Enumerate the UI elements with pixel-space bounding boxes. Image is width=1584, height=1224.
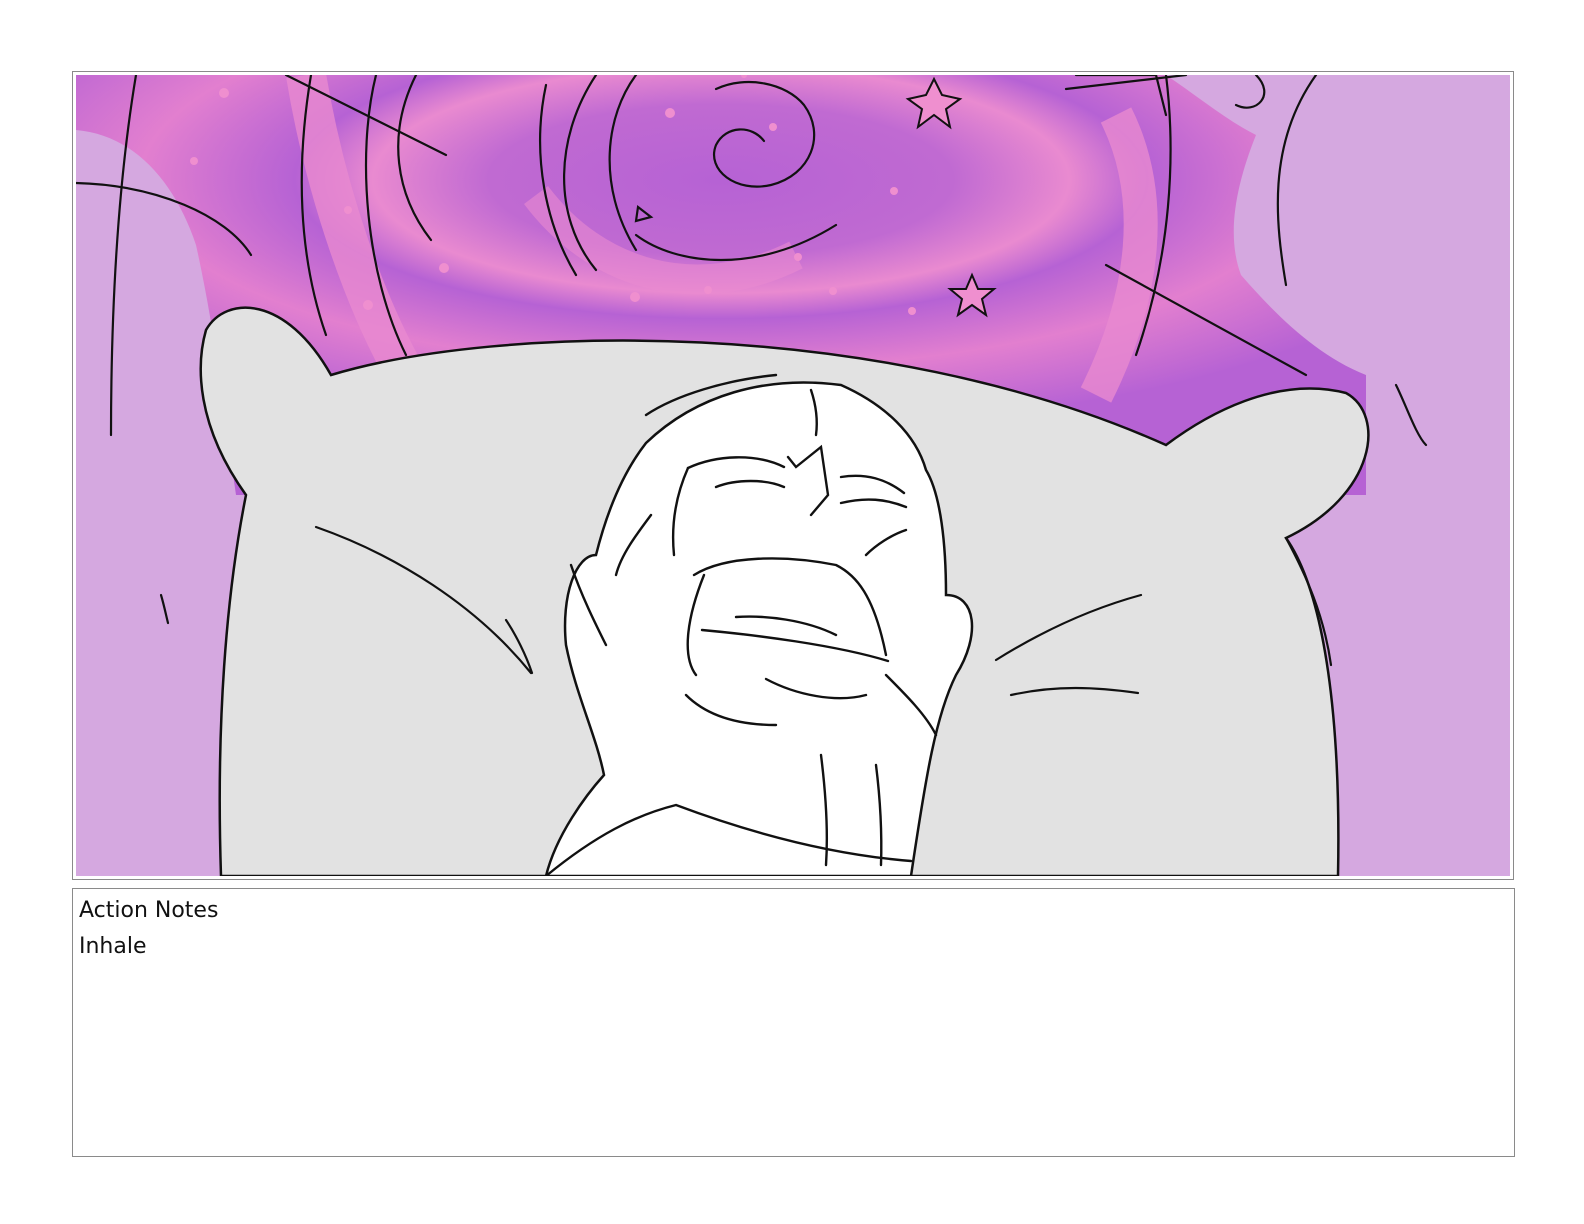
storyboard-panel bbox=[72, 71, 1514, 880]
action-notes-box: Action Notes Inhale bbox=[72, 888, 1515, 1157]
action-notes-heading: Action Notes bbox=[79, 898, 219, 923]
action-notes-text: Inhale bbox=[79, 934, 147, 959]
storyboard-sketch bbox=[76, 75, 1510, 876]
